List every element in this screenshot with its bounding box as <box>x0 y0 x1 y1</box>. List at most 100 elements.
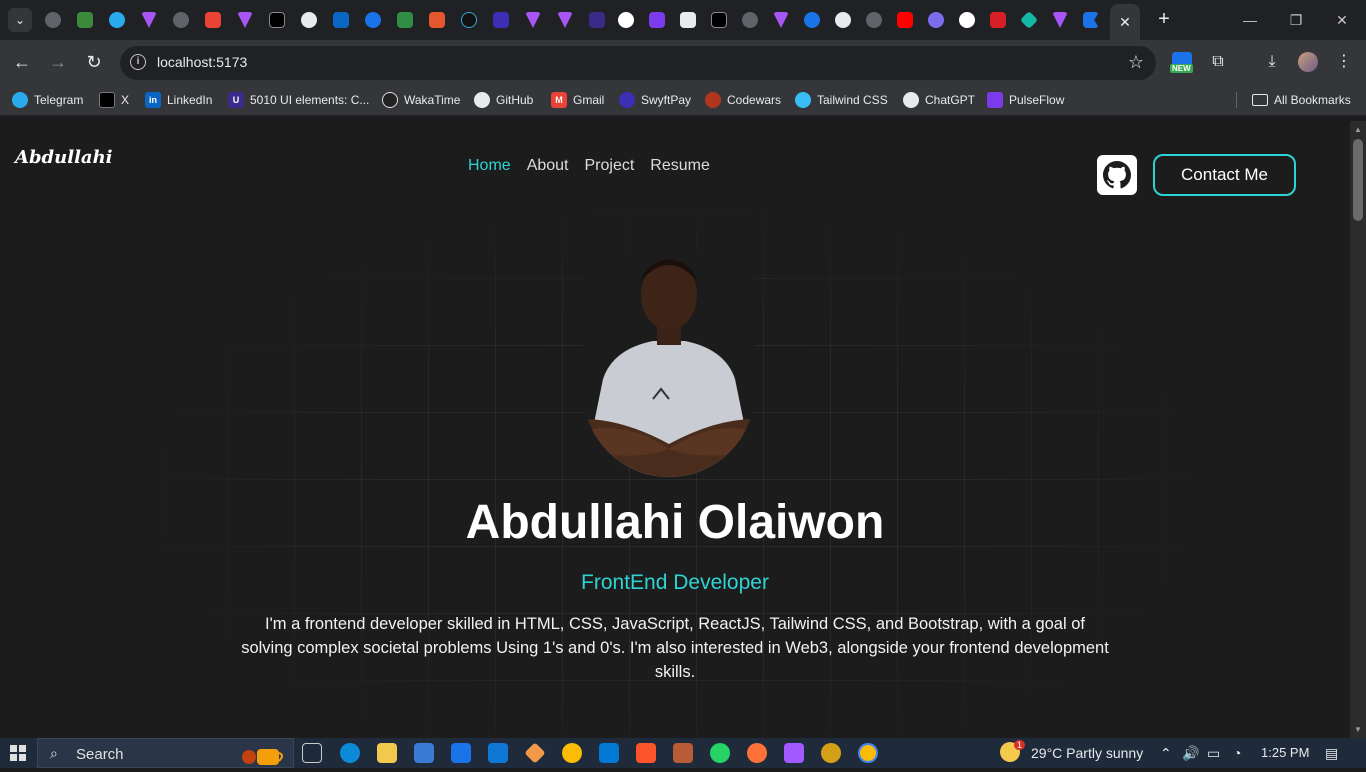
browser-tab[interactable] <box>265 8 289 32</box>
minimize-button[interactable]: — <box>1228 6 1272 34</box>
browser-tab[interactable] <box>1079 8 1103 32</box>
firefox-icon[interactable] <box>747 743 767 763</box>
browser-tab[interactable] <box>521 8 545 32</box>
mail-icon[interactable] <box>451 743 471 763</box>
browser-tab[interactable] <box>233 8 257 32</box>
page-scrollbar[interactable]: ▲ ▼ <box>1350 121 1366 738</box>
extension-new-badge[interactable]: NEW <box>1170 52 1194 76</box>
browser-tab[interactable] <box>800 8 824 32</box>
site-info-icon[interactable]: i <box>130 54 146 70</box>
browser-tab[interactable] <box>1017 8 1041 32</box>
active-tab[interactable]: ✕ <box>1110 4 1140 40</box>
browser-tab[interactable] <box>955 8 979 32</box>
browser-tab[interactable] <box>862 8 886 32</box>
browser-tab[interactable] <box>769 8 793 32</box>
scroll-up-arrow-icon[interactable]: ▲ <box>1354 125 1362 134</box>
menu-icon[interactable]: ⋮ <box>1332 50 1356 74</box>
browser-tab[interactable] <box>645 8 669 32</box>
taskbar-search[interactable]: ⌕ Search <box>37 738 294 768</box>
browser-tab[interactable] <box>41 8 65 32</box>
download-icon[interactable]: ⤓ <box>1260 50 1284 74</box>
clock-time[interactable]: 1:25 PM <box>1261 745 1309 760</box>
bookmark-uiverse[interactable]: U 5010 UI elements: C... <box>228 92 369 108</box>
browser-tab[interactable] <box>297 8 321 32</box>
browser-tab[interactable] <box>105 8 129 32</box>
browser-tab[interactable] <box>393 8 417 32</box>
browser-tab[interactable] <box>361 8 385 32</box>
back-button[interactable]: ← <box>10 50 34 74</box>
app-icon[interactable] <box>673 743 693 763</box>
github-icon[interactable] <box>1097 155 1137 195</box>
browser-tab[interactable] <box>457 8 481 32</box>
store-icon[interactable] <box>414 743 434 763</box>
browser-tab[interactable] <box>137 8 161 32</box>
tab-search-button[interactable]: ⌄ <box>8 8 32 32</box>
nav-about[interactable]: About <box>527 157 569 175</box>
tray-chevron-icon[interactable]: ⌃ <box>1160 745 1172 762</box>
browser-tab[interactable] <box>425 8 449 32</box>
bookmark-github[interactable]: GitHub <box>474 92 533 108</box>
wifi-icon[interactable]: ◔ <box>1233 745 1241 761</box>
browser-tab[interactable] <box>553 8 577 32</box>
app-icon[interactable] <box>488 743 508 763</box>
browser-tab[interactable] <box>1048 8 1072 32</box>
close-tab-icon[interactable]: ✕ <box>1119 14 1131 31</box>
figma-icon[interactable] <box>784 743 804 763</box>
forward-button[interactable]: → <box>46 50 70 74</box>
file-explorer-icon[interactable] <box>377 743 397 763</box>
contact-me-button[interactable]: Contact Me <box>1153 154 1296 196</box>
nav-resume[interactable]: Resume <box>650 157 710 175</box>
url-text[interactable]: localhost:5173 <box>157 54 247 70</box>
browser-tab[interactable] <box>73 8 97 32</box>
app-icon[interactable] <box>821 743 841 763</box>
browser-tab[interactable] <box>329 8 353 32</box>
all-bookmarks-button[interactable]: All Bookmarks <box>1252 92 1351 108</box>
address-bar[interactable]: i localhost:5173 ☆ <box>120 46 1156 80</box>
bookmark-gmail[interactable]: M Gmail <box>551 92 604 108</box>
scrollbar-thumb[interactable] <box>1353 139 1363 221</box>
new-tab-button[interactable]: + <box>1152 8 1176 32</box>
bookmark-swyftpay[interactable]: SwyftPay <box>619 92 691 108</box>
windows-start-icon[interactable] <box>10 745 26 761</box>
site-logo[interactable]: Abdullahi <box>15 147 113 168</box>
bookmark-wakatime[interactable]: WakaTime <box>382 92 460 108</box>
browser-tab[interactable] <box>893 8 917 32</box>
brave-icon[interactable] <box>636 743 656 763</box>
chrome-active-icon[interactable] <box>858 743 878 763</box>
bookmark-star-icon[interactable]: ☆ <box>1128 52 1144 73</box>
browser-tab[interactable] <box>986 8 1010 32</box>
profile-avatar[interactable] <box>1296 50 1320 74</box>
close-window-button[interactable]: ✕ <box>1320 6 1364 34</box>
browser-tab[interactable] <box>585 8 609 32</box>
git-icon[interactable] <box>524 742 546 764</box>
notifications-icon[interactable]: ▤ <box>1325 745 1338 762</box>
extensions-icon[interactable]: ⧉ <box>1206 50 1230 74</box>
scroll-down-arrow-icon[interactable]: ▼ <box>1354 725 1362 734</box>
chrome-icon[interactable] <box>562 743 582 763</box>
browser-tab[interactable] <box>489 8 513 32</box>
weather-text[interactable]: 29°C Partly sunny <box>1031 745 1143 761</box>
browser-tab[interactable] <box>201 8 225 32</box>
battery-icon[interactable]: ▭ <box>1207 745 1220 762</box>
browser-tab[interactable] <box>831 8 855 32</box>
bookmark-codewars[interactable]: Codewars <box>705 92 781 108</box>
browser-tab[interactable] <box>169 8 193 32</box>
bookmark-tailwind[interactable]: Tailwind CSS <box>795 92 888 108</box>
restore-button[interactable]: ❐ <box>1274 6 1318 34</box>
browser-tab[interactable] <box>738 8 762 32</box>
reload-button[interactable]: ↻ <box>82 50 106 74</box>
browser-tab[interactable] <box>924 8 948 32</box>
nav-home[interactable]: Home <box>468 157 511 175</box>
bookmark-telegram[interactable]: Telegram <box>12 92 83 108</box>
browser-tab[interactable] <box>676 8 700 32</box>
task-view-icon[interactable] <box>302 743 322 763</box>
whatsapp-icon[interactable] <box>710 743 730 763</box>
bookmark-pulseflow[interactable]: PulseFlow <box>987 92 1064 108</box>
nav-project[interactable]: Project <box>585 157 635 175</box>
browser-tab[interactable] <box>707 8 731 32</box>
volume-icon[interactable]: 🔊 <box>1182 745 1199 762</box>
vscode-icon[interactable] <box>599 743 619 763</box>
bookmark-chatgpt[interactable]: ChatGPT <box>903 92 975 108</box>
edge-icon[interactable] <box>340 743 360 763</box>
browser-tab[interactable] <box>614 8 638 32</box>
